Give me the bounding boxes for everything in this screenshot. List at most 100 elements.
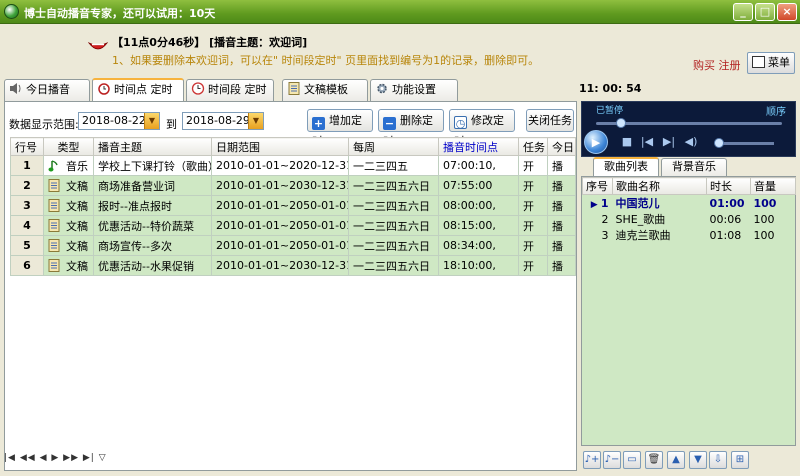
time-cell: 08:34:00, xyxy=(438,235,519,256)
edit-schedule-button[interactable]: ◷修改定时 xyxy=(449,109,515,148)
table-row[interactable]: 4 文稿 优惠活动--特价蔬菜 2010-01-01~2050-01-01 一二三四五六… xyxy=(10,215,576,236)
column-header[interactable]: 类型 xyxy=(43,137,94,156)
title-bar[interactable]: 博士自动播音专家，还可以试用：10天 _ □ × xyxy=(0,0,800,24)
song-duration: 00:06 xyxy=(709,212,742,226)
add-song-icon[interactable]: ♪+ xyxy=(583,451,601,469)
column-header[interactable]: 播音时间点 xyxy=(438,137,519,156)
close-button[interactable]: × xyxy=(777,3,797,21)
date-range-cell: 2010-01-01~2030-12-31 xyxy=(211,175,349,196)
song-volume: 100 xyxy=(753,212,775,226)
type-cell: 文稿 xyxy=(43,195,94,216)
tab-timerange-schedule[interactable]: 时间段 定时 xyxy=(186,79,274,101)
play-button[interactable]: ▶ xyxy=(584,130,608,154)
export-icon[interactable]: ⊞ xyxy=(731,451,749,469)
time-cell: 08:00:00, xyxy=(438,195,519,216)
tab-document-templates[interactable]: 文稿模板 xyxy=(282,79,368,101)
song-row[interactable]: 2 SHE_歌曲 00:06 100 xyxy=(583,211,796,227)
music-note-icon xyxy=(48,159,58,171)
trash-icon[interactable]: 🗑 xyxy=(645,451,663,469)
remove-song-icon[interactable]: ♪− xyxy=(603,451,621,469)
column-header[interactable]: 时长 xyxy=(706,177,751,195)
weekdays-cell: 一二三四五六日 xyxy=(348,235,439,256)
prev-page-icon[interactable]: ◀◀ xyxy=(20,453,36,463)
song-row[interactable]: ▶ 1 中国范儿 01:00 100 xyxy=(583,195,796,212)
column-header[interactable]: 行号 xyxy=(10,137,44,156)
tab-song-list[interactable]: 歌曲列表 xyxy=(593,157,659,176)
move-down-icon[interactable]: ▼ xyxy=(689,451,707,469)
column-header[interactable]: 序号 xyxy=(582,177,613,195)
maximize-button[interactable]: □ xyxy=(755,3,775,21)
column-header[interactable]: 任务 xyxy=(518,137,548,156)
next-page-icon[interactable]: ▶▶ xyxy=(63,453,79,463)
date-to-picker[interactable]: 2018-08-29 ▼ xyxy=(182,112,264,130)
task-status-cell[interactable]: 开 xyxy=(518,235,548,256)
table-row[interactable]: 2 文稿 商场准备营业词 2010-01-01~2030-12-31 一二三四五六日 07… xyxy=(10,175,576,196)
chevron-down-icon[interactable]: ▼ xyxy=(144,113,159,129)
topic-cell: 商场准备营业词 xyxy=(93,175,212,196)
import-icon[interactable]: ⇩ xyxy=(709,451,727,469)
current-time-clock: 11: 00: 54 xyxy=(579,82,642,95)
close-task-label: 关闭任务 xyxy=(528,114,572,127)
app-logo-icon xyxy=(4,4,19,19)
tab-today-broadcast[interactable]: 今日播音 xyxy=(4,79,90,101)
song-number: 2 xyxy=(583,211,613,227)
minus-icon: − xyxy=(383,117,396,130)
column-header[interactable]: 播音主题 xyxy=(93,137,212,156)
first-record-icon[interactable]: |◀ xyxy=(4,453,16,463)
stop-icon[interactable]: ■ xyxy=(618,133,636,151)
previous-track-icon[interactable]: |◀ xyxy=(638,133,656,151)
type-label: 文稿 xyxy=(66,239,88,253)
buy-register-link[interactable]: 购买 注册 xyxy=(693,57,741,73)
task-status-cell[interactable]: 开 xyxy=(518,155,548,176)
prev-record-icon[interactable]: ◀ xyxy=(40,453,48,463)
tab-timepoint-schedule[interactable]: 时间点 定时 xyxy=(92,78,184,102)
menu-button[interactable]: 菜单 xyxy=(747,52,795,74)
column-header[interactable]: 音量 xyxy=(750,177,796,195)
weekdays-cell: 一二三四五六日 xyxy=(348,255,439,276)
tab-background-music[interactable]: 背景音乐 xyxy=(661,158,727,176)
current-broadcast-info: 【11点0分46秒】 [播音主题：欢迎词] xyxy=(112,36,308,49)
task-status-cell[interactable]: 开 xyxy=(518,215,548,236)
volume-handle[interactable] xyxy=(714,138,724,148)
song-row[interactable]: 3 迪克兰歌曲 01:08 100 xyxy=(583,227,796,243)
delete-schedule-button[interactable]: −删除定时 xyxy=(378,109,444,148)
minimize-button[interactable]: _ xyxy=(733,3,753,21)
close-task-button[interactable]: 关闭任务 xyxy=(526,109,574,132)
column-header[interactable]: 每周 xyxy=(348,137,439,156)
last-record-icon[interactable]: ▶| xyxy=(83,453,95,463)
row-number: 4 xyxy=(10,215,44,236)
date-from-picker[interactable]: 2018-08-22 ▼ xyxy=(78,112,160,130)
task-status-cell[interactable]: 开 xyxy=(518,255,548,276)
song-name: 中国范儿 xyxy=(615,197,660,210)
next-record-icon[interactable]: ▶ xyxy=(51,453,59,463)
record-navigator[interactable]: |◀ ◀◀ ◀ ▶ ▶▶ ▶| ▽ xyxy=(4,453,107,469)
table-row[interactable]: 6 文稿 优惠活动--水果促销 2010-01-01~2030-12-31 一二三四五六… xyxy=(10,255,576,276)
document-icon xyxy=(288,82,300,95)
seek-handle[interactable] xyxy=(616,118,626,128)
header-area: 【11点0分46秒】 [播音主题：欢迎词] 1、如果要删除本欢迎词，可以在" 时… xyxy=(0,24,800,78)
column-header[interactable]: 歌曲名称 xyxy=(612,177,707,195)
table-row[interactable]: 1 音乐 学校上下课打铃（歌曲） 2010-01-01~2020-12-31 一二三四五… xyxy=(10,155,576,176)
tab-label: 文稿模板 xyxy=(304,83,348,96)
today-cell: 播 xyxy=(547,235,576,256)
table-row[interactable]: 3 文稿 报时--准点报时 2010-01-01~2050-01-01 一二三四五六日 0… xyxy=(10,195,576,216)
song-name: SHE_歌曲 xyxy=(615,213,666,226)
table-row[interactable]: 5 文稿 商场宣传--多次 2010-01-01~2050-01-01 一二三四五六日 0… xyxy=(10,235,576,256)
volume-icon[interactable]: ◀) xyxy=(682,133,700,151)
move-up-icon[interactable]: ▲ xyxy=(667,451,685,469)
document-icon xyxy=(48,258,60,272)
chevron-down-icon[interactable]: ▼ xyxy=(248,113,263,129)
tab-function-settings[interactable]: 功能设置 xyxy=(370,79,458,101)
date-range-cell: 2010-01-01~2030-12-31 xyxy=(211,255,349,276)
add-folder-icon[interactable]: ▭ xyxy=(623,451,641,469)
task-status-cell[interactable]: 开 xyxy=(518,195,548,216)
row-number: 6 xyxy=(10,255,44,276)
filter-icon[interactable]: ▽ xyxy=(99,453,107,463)
volume-slider[interactable] xyxy=(716,142,774,145)
column-header[interactable]: 日期范围 xyxy=(211,137,349,156)
add-schedule-button[interactable]: +增加定时 xyxy=(307,109,373,148)
task-status-cell[interactable]: 开 xyxy=(518,175,548,196)
play-mode-toggle[interactable]: 顺序 xyxy=(766,103,786,118)
next-track-icon[interactable]: ▶| xyxy=(660,133,678,151)
column-header[interactable]: 今日 xyxy=(547,137,576,156)
